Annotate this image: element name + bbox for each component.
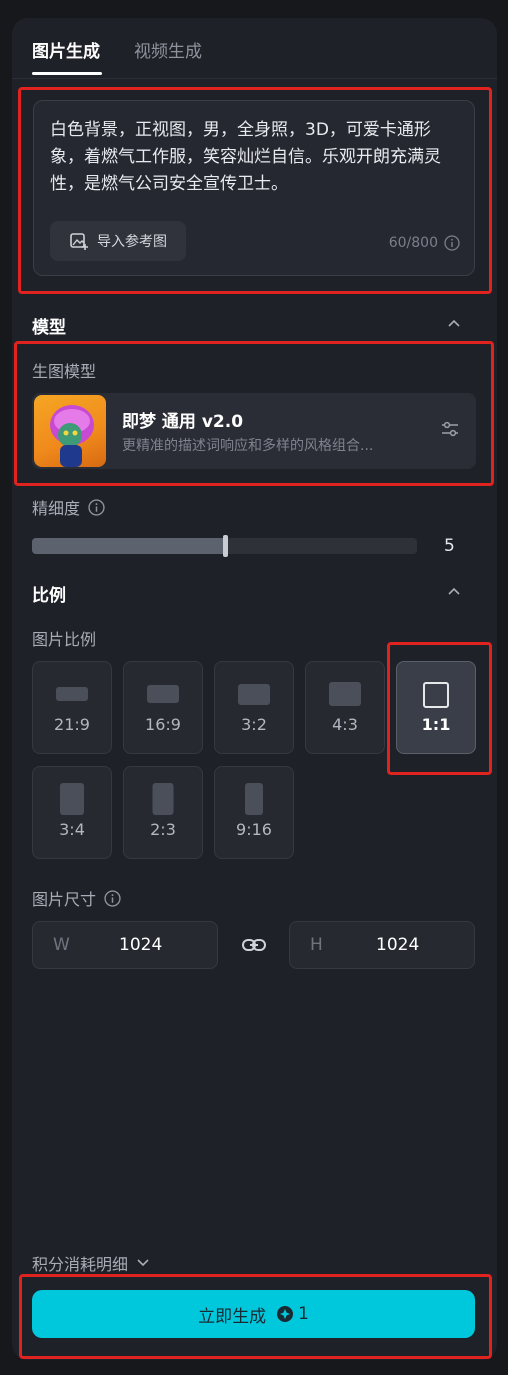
generate-now-button[interactable]: 立即生成 1 [32, 1290, 475, 1338]
width-prefix: W [53, 935, 70, 955]
link-aspect-icon[interactable] [241, 932, 267, 958]
prompt-textarea[interactable]: 白色背景，正视图，男，全身照，3D，可爱卡通形象，着燃气工作服，笑容灿烂自信。乐… [33, 100, 475, 276]
generate-cost: 1 [298, 1304, 309, 1324]
ratio-label: 3:4 [59, 820, 85, 839]
model-description: 更精准的描述词响应和多样的风格组合... [122, 438, 374, 454]
fineness-label: 精细度 [32, 495, 105, 519]
ratio-label: 21:9 [54, 715, 90, 734]
import-reference-label: 导入参考图 [97, 234, 167, 250]
image-size-label: 图片尺寸 [32, 886, 121, 910]
generate-cost-badge: 1 [276, 1304, 309, 1324]
ratio-option-16-9[interactable]: 16:9 [123, 661, 203, 754]
generate-label: 立即生成 [198, 1306, 267, 1327]
tab-image-generation[interactable]: 图片生成 [32, 37, 100, 62]
width-value[interactable]: 1024 [119, 935, 162, 955]
ratio-section-title: 比例 [32, 586, 66, 606]
height-input[interactable]: H 1024 [289, 921, 475, 969]
model-selector[interactable]: 即梦 通用 v2.0 更精准的描述词响应和多样的风格组合... [32, 393, 476, 469]
credit-coin-icon [277, 1306, 294, 1322]
image-add-icon [70, 233, 88, 250]
ratio-label: 16:9 [145, 715, 181, 734]
width-input[interactable]: W 1024 [32, 921, 218, 969]
info-icon[interactable] [88, 498, 105, 516]
ratio-option-3-2[interactable]: 3:2 [214, 661, 294, 754]
ratio-label: 3:2 [241, 715, 267, 734]
image-model-label: 生图模型 [32, 358, 96, 382]
generation-panel: 图片生成 视频生成 白色背景，正视图，男，全身照，3D，可爱卡通形象，着燃气工作… [12, 18, 497, 1360]
image-ratio-label-text: 图片比例 [32, 630, 97, 649]
ratio-option-21-9[interactable]: 21:9 [32, 661, 112, 754]
chevron-down-icon [137, 1259, 149, 1267]
model-section-title: 模型 [32, 318, 66, 338]
model-name: 即梦 通用 v2.0 [122, 412, 244, 432]
info-icon[interactable] [104, 889, 121, 907]
ratio-label: 9:16 [236, 820, 272, 839]
ratio-16-9-shape [147, 685, 179, 703]
chevron-up-icon[interactable] [447, 586, 461, 596]
height-value[interactable]: 1024 [376, 935, 419, 955]
ratio-9-16-shape [245, 783, 263, 815]
fineness-value: 5 [444, 536, 455, 556]
ratio-21-9-shape [56, 687, 88, 701]
ratio-label: 1:1 [421, 715, 451, 734]
fineness-slider-handle[interactable] [223, 535, 228, 557]
info-icon[interactable] [444, 235, 460, 251]
fineness-slider-fill [32, 538, 225, 554]
import-reference-image-button[interactable]: 导入参考图 [50, 221, 186, 261]
fineness-label-text: 精细度 [32, 499, 81, 518]
ratio-option-1-1[interactable]: 1:1 [396, 661, 476, 754]
fineness-slider[interactable] [32, 535, 417, 557]
ratio-option-3-4[interactable]: 3:4 [32, 766, 112, 859]
ratio-4-3-shape [329, 682, 361, 706]
image-size-label-text: 图片尺寸 [32, 890, 97, 909]
tab-video-generation[interactable]: 视频生成 [134, 37, 202, 62]
ratio-option-2-3[interactable]: 2:3 [123, 766, 203, 859]
prompt-text[interactable]: 白色背景，正视图，男，全身照，3D，可爱卡通形象，着燃气工作服，笑容灿烂自信。乐… [50, 117, 460, 198]
height-prefix: H [310, 935, 323, 955]
sliders-settings-icon[interactable] [440, 419, 460, 439]
ratio-3-2-shape [238, 684, 270, 705]
ratio-2-3-shape [152, 783, 174, 815]
char-counter-text: 60/800 [388, 235, 438, 251]
credits-detail-toggle[interactable]: 积分消耗明细 [32, 1251, 150, 1275]
model-thumbnail [34, 395, 106, 467]
ratio-label: 2:3 [150, 820, 176, 839]
model-avatar-image [50, 405, 94, 467]
ratio-1-1-shape [423, 682, 449, 708]
image-model-label-text: 生图模型 [32, 362, 97, 381]
image-ratio-label: 图片比例 [32, 626, 96, 650]
chevron-up-icon[interactable] [447, 318, 461, 328]
ratio-option-4-3[interactable]: 4:3 [305, 661, 385, 754]
tab-bar: 图片生成 视频生成 [12, 18, 497, 79]
credits-detail-label: 积分消耗明细 [32, 1255, 129, 1274]
char-counter: 60/800 [389, 235, 460, 251]
ratio-option-9-16[interactable]: 9:16 [214, 766, 294, 859]
ratio-3-4-shape [60, 783, 84, 815]
ratio-label: 4:3 [332, 715, 358, 734]
active-tab-indicator [32, 72, 102, 75]
